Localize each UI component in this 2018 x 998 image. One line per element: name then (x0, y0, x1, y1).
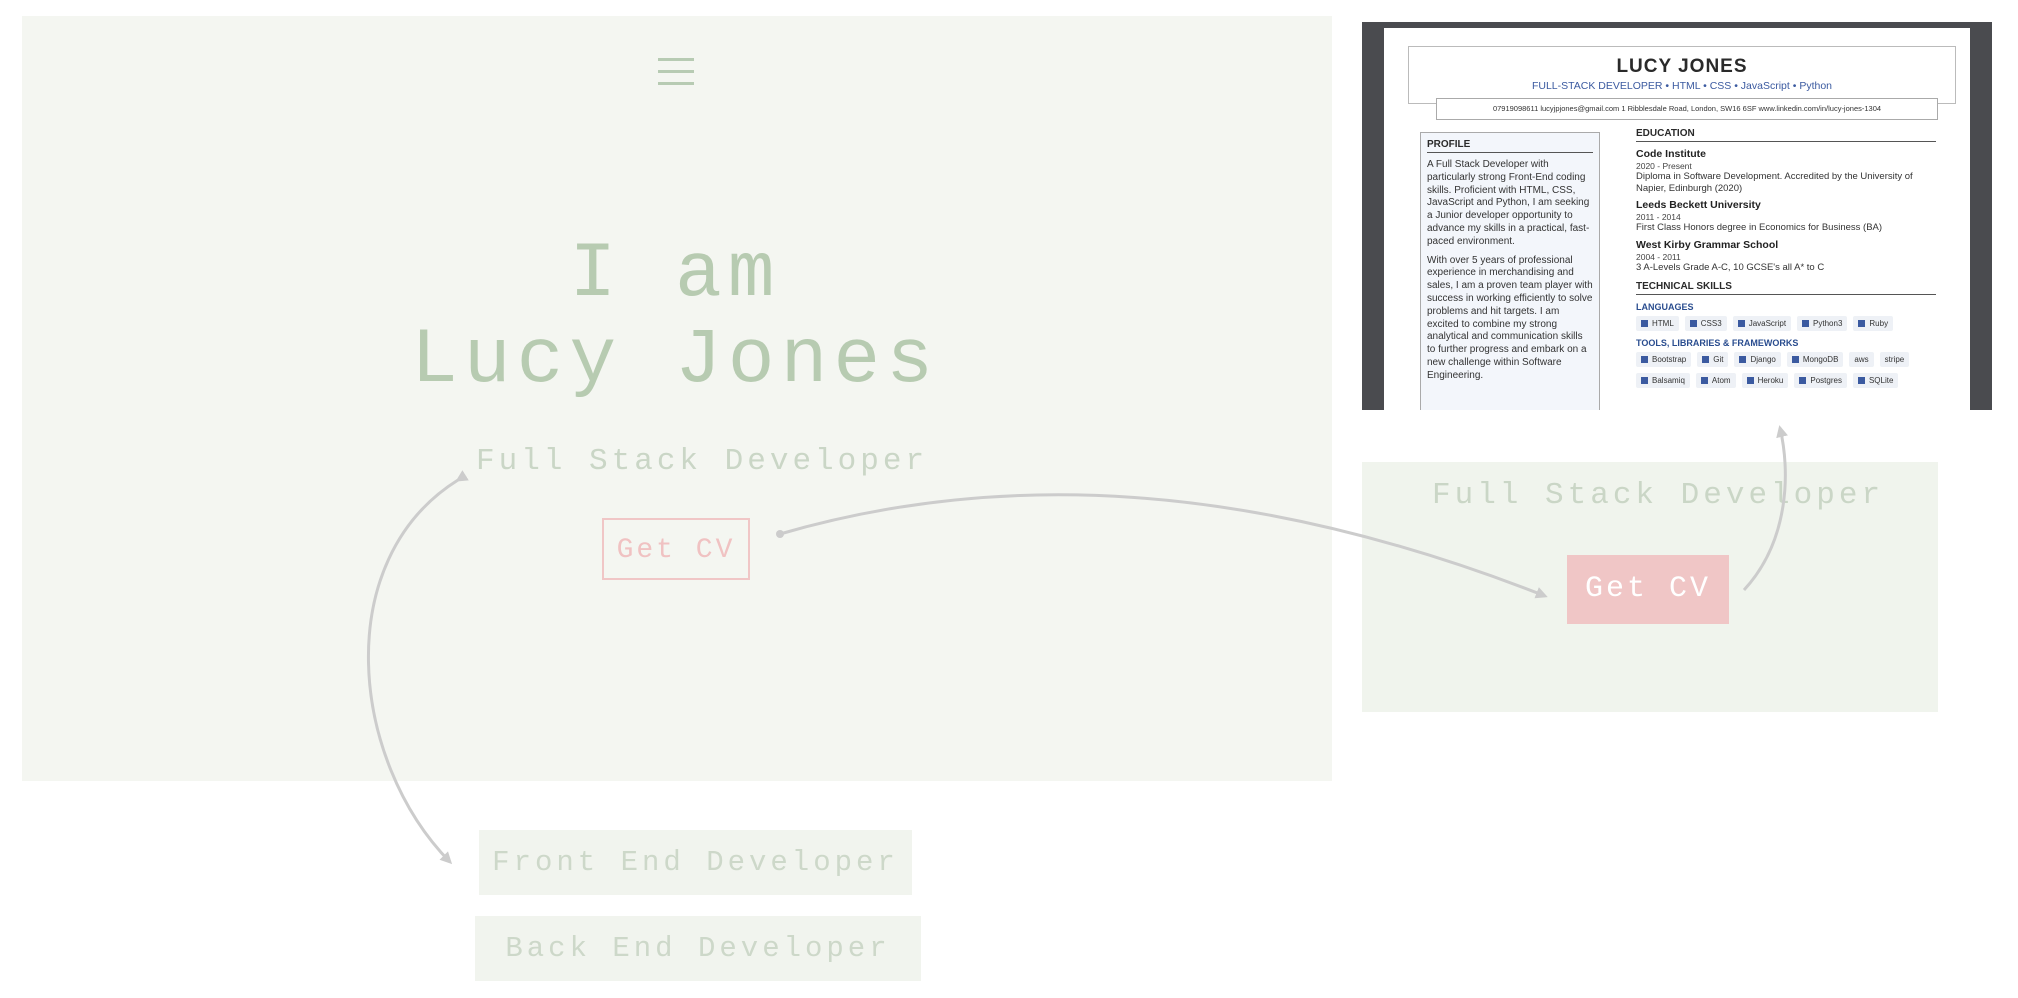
arrow-role-to-front-end (366, 470, 469, 865)
arrow-hover-to-cv (1742, 425, 1788, 592)
arrow-getcv-to-hover (779, 493, 1548, 599)
connector-arrows (366, 425, 1788, 865)
arrow-start-dot (776, 530, 784, 538)
